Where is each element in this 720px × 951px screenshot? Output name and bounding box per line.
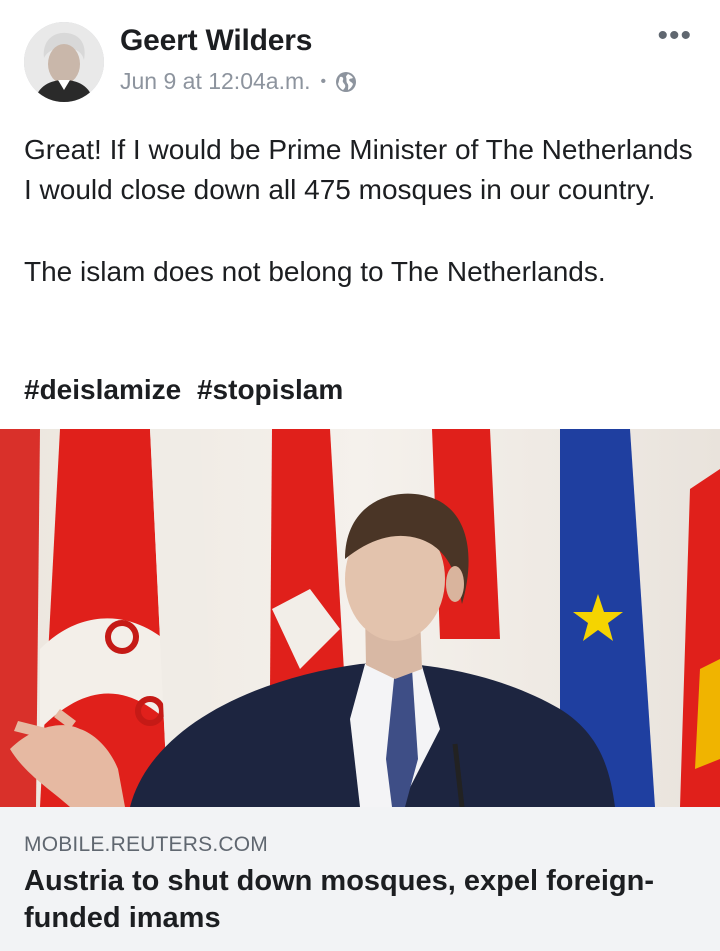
link-preview[interactable]: MOBILE.REUTERS.COM Austria to shut down … <box>0 807 720 951</box>
hashtags: #deislamize #stopislam <box>24 374 351 406</box>
more-options-button[interactable]: ••• <box>657 21 692 51</box>
link-domain: MOBILE.REUTERS.COM <box>24 833 268 856</box>
link-preview-image[interactable] <box>0 429 720 807</box>
author-name[interactable]: Geert Wilders <box>120 24 312 58</box>
globe-icon[interactable] <box>334 70 358 94</box>
hashtag-deislamize[interactable]: #deislamize <box>24 374 181 405</box>
post-paragraph-2: The islam does not belong to The Netherl… <box>24 256 606 287</box>
post-text: Great! If I would be Prime Minister of T… <box>24 130 704 292</box>
author-avatar[interactable] <box>24 22 104 102</box>
post-paragraph-1: Great! If I would be Prime Minister of T… <box>24 134 693 205</box>
meta-separator: • <box>320 72 327 90</box>
post-meta: Jun 9 at 12:04a.m. • <box>120 68 358 95</box>
post-timestamp[interactable]: Jun 9 at 12:04a.m. <box>120 68 311 95</box>
post-header: Geert Wilders Jun 9 at 12:04a.m. • ••• <box>0 0 720 110</box>
link-title[interactable]: Austria to shut down mosques, expel fore… <box>24 863 694 937</box>
hashtag-stopislam[interactable]: #stopislam <box>197 374 343 405</box>
